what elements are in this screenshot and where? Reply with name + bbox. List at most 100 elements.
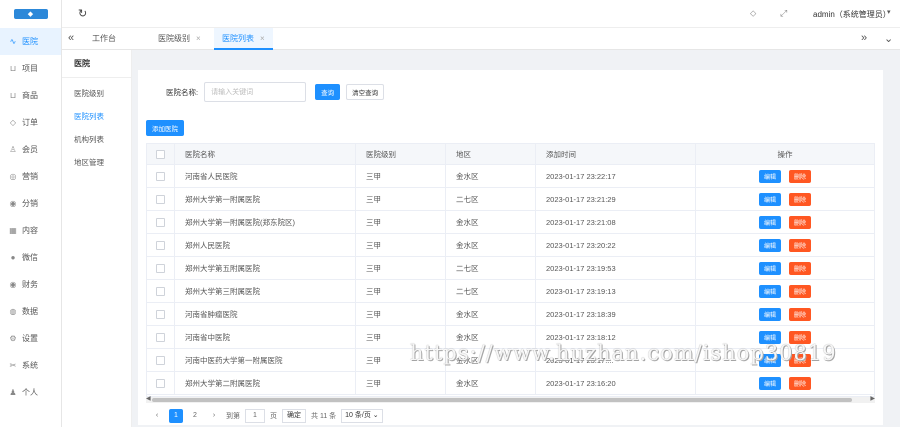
page-size-select[interactable]: 10 条/页 ⌄ <box>341 409 383 423</box>
tag-icon[interactable]: ⬦ <box>750 8 756 19</box>
goto-page-input[interactable]: 1 <box>245 409 265 423</box>
sidebar-item[interactable]: ◇ 订单 <box>0 109 61 136</box>
clear-query-button[interactable]: 清空查询 <box>346 84 385 100</box>
sidebar-item[interactable]: ⊔ 项目 <box>0 55 61 82</box>
submenu-item[interactable]: 医院级别 <box>62 82 131 105</box>
cell-level: 三甲 <box>355 372 445 394</box>
row-checkbox[interactable] <box>156 217 165 227</box>
delete-button[interactable]: 删除 <box>789 376 812 390</box>
sidebar-item-icon: ◉ <box>9 280 17 289</box>
sidebar-item[interactable]: ◉ 财务 <box>0 271 61 298</box>
edit-button[interactable]: 编辑 <box>758 307 781 321</box>
sidebar-item[interactable]: ◍ 数据 <box>0 298 61 325</box>
refresh-icon[interactable]: ↻ <box>78 7 87 20</box>
col-header-region: 地区 <box>445 144 535 164</box>
row-select-cell <box>147 263 174 273</box>
tabs-forward-icon[interactable]: » <box>861 32 867 44</box>
sidebar-item[interactable]: ♙ 会员 <box>0 136 61 163</box>
tab-item[interactable]: 医院列表 × <box>214 28 273 50</box>
sidebar-item[interactable]: ▦ 内容 <box>0 217 61 244</box>
edit-button[interactable]: 编辑 <box>758 192 781 206</box>
cell-added-time: 2023-01-17 23:22:17 <box>535 165 695 187</box>
delete-button[interactable]: 删除 <box>789 284 812 298</box>
tabs-more-icon[interactable]: ⌄ <box>884 32 893 45</box>
close-icon[interactable]: × <box>196 34 201 43</box>
edit-button[interactable]: 编辑 <box>758 284 781 298</box>
cell-level: 三甲 <box>355 257 445 279</box>
edit-button[interactable]: 编辑 <box>758 169 781 183</box>
submenu-item[interactable]: 地区管理 <box>62 151 131 174</box>
row-checkbox[interactable] <box>156 355 165 365</box>
tab-label: 工作台 <box>92 34 116 43</box>
submenu-title: 医院 <box>62 50 131 78</box>
tab-label: 医院列表 <box>222 34 254 43</box>
delete-button[interactable]: 删除 <box>789 261 812 275</box>
row-checkbox[interactable] <box>156 309 165 319</box>
sidebar-item[interactable]: ● 微信 <box>0 244 61 271</box>
scrollbar-thumb[interactable] <box>152 398 852 402</box>
scroll-right-icon[interactable]: ▶ <box>870 395 875 402</box>
add-hospital-button[interactable]: 添加医院 <box>146 120 184 136</box>
cell-actions: 编辑 删除 <box>695 280 874 302</box>
cell-hospital-name: 河南中医药大学第一附属医院 <box>174 349 355 371</box>
row-checkbox[interactable] <box>156 171 165 181</box>
main-sidebar: ◆ ∿ 医院 ⊔ 项目 ⊔ 商品 ◇ 订单 ♙ 会员 ◎ 营销 ◉ 分销 ▦ 内容 ● 微信 ◉ 财务 ◍ 数据 ⚙ 设置 ✂ 系… <box>0 0 62 427</box>
delete-button[interactable]: 删除 <box>789 307 812 321</box>
cell-hospital-name: 郑州大学第二附属医院 <box>174 372 355 394</box>
cell-hospital-name: 郑州大学第五附属医院 <box>174 257 355 279</box>
cell-region: 金水区 <box>445 211 535 233</box>
cell-hospital-name: 郑州人民医院 <box>174 234 355 256</box>
scroll-left-icon[interactable]: ◀ <box>146 395 151 402</box>
sidebar-item-label: 数据 <box>22 307 38 316</box>
edit-button[interactable]: 编辑 <box>758 238 781 252</box>
sidebar-item[interactable]: ◎ 营销 <box>0 163 61 190</box>
cell-level: 三甲 <box>355 188 445 210</box>
goto-confirm-button[interactable]: 确定 <box>282 409 306 423</box>
sidebar-item[interactable]: ◉ 分销 <box>0 190 61 217</box>
row-checkbox[interactable] <box>156 332 165 342</box>
sidebar-item-label: 营销 <box>22 172 38 181</box>
sidebar-item[interactable]: ∿ 医院 <box>0 28 61 55</box>
chevron-down-icon[interactable]: ▾ <box>887 8 891 16</box>
page-1[interactable]: 1 <box>169 409 183 423</box>
next-page-icon[interactable]: › <box>207 409 221 423</box>
sidebar-item[interactable]: ✂ 系统 <box>0 352 61 379</box>
cell-region: 金水区 <box>445 165 535 187</box>
row-checkbox[interactable] <box>156 286 165 296</box>
cell-level: 三甲 <box>355 280 445 302</box>
sidebar-item[interactable]: ⊔ 商品 <box>0 82 61 109</box>
row-checkbox[interactable] <box>156 378 165 388</box>
tabs-back-icon[interactable]: « <box>68 32 74 44</box>
table-row: 郑州大学第一附属医院 三甲 二七区 2023-01-17 23:21:29 编辑 删除 <box>147 188 874 211</box>
horizontal-scrollbar[interactable]: ◀ ▶ <box>146 395 875 403</box>
row-checkbox[interactable] <box>156 240 165 250</box>
cell-region: 金水区 <box>445 303 535 325</box>
prev-page-icon[interactable]: ‹ <box>150 409 164 423</box>
edit-button[interactable]: 编辑 <box>758 376 781 390</box>
row-checkbox[interactable] <box>156 194 165 204</box>
query-button[interactable]: 查询 <box>315 84 341 100</box>
sidebar-item-label: 医院 <box>22 37 38 46</box>
sidebar-item-icon: ◍ <box>9 307 17 316</box>
delete-button[interactable]: 删除 <box>789 215 812 229</box>
row-checkbox[interactable] <box>156 263 165 273</box>
page-2[interactable]: 2 <box>188 409 202 423</box>
cell-added-time: 2023-01-17 23:16:20 <box>535 372 695 394</box>
delete-button[interactable]: 删除 <box>789 238 812 252</box>
sidebar-item[interactable]: ⚙ 设置 <box>0 325 61 352</box>
fullscreen-icon[interactable]: ⤢ <box>780 8 787 19</box>
submenu-item[interactable]: 机构列表 <box>62 128 131 151</box>
delete-button[interactable]: 删除 <box>789 169 812 183</box>
hospital-name-input[interactable] <box>204 82 307 102</box>
tab-item[interactable]: 工作台 <box>84 28 124 50</box>
edit-button[interactable]: 编辑 <box>758 261 781 275</box>
table-row: 郑州大学第五附属医院 三甲 二七区 2023-01-17 23:19:53 编辑 删除 <box>147 257 874 280</box>
delete-button[interactable]: 删除 <box>789 192 812 206</box>
submenu-item[interactable]: 医院列表 <box>62 105 131 128</box>
tab-item[interactable]: 医院级别 × <box>150 28 209 50</box>
select-all-checkbox[interactable] <box>156 149 165 159</box>
user-menu[interactable]: admin（系统管理员） <box>813 9 891 20</box>
close-icon[interactable]: × <box>260 34 265 43</box>
sidebar-item[interactable]: ♟ 个人 <box>0 379 61 406</box>
edit-button[interactable]: 编辑 <box>758 215 781 229</box>
